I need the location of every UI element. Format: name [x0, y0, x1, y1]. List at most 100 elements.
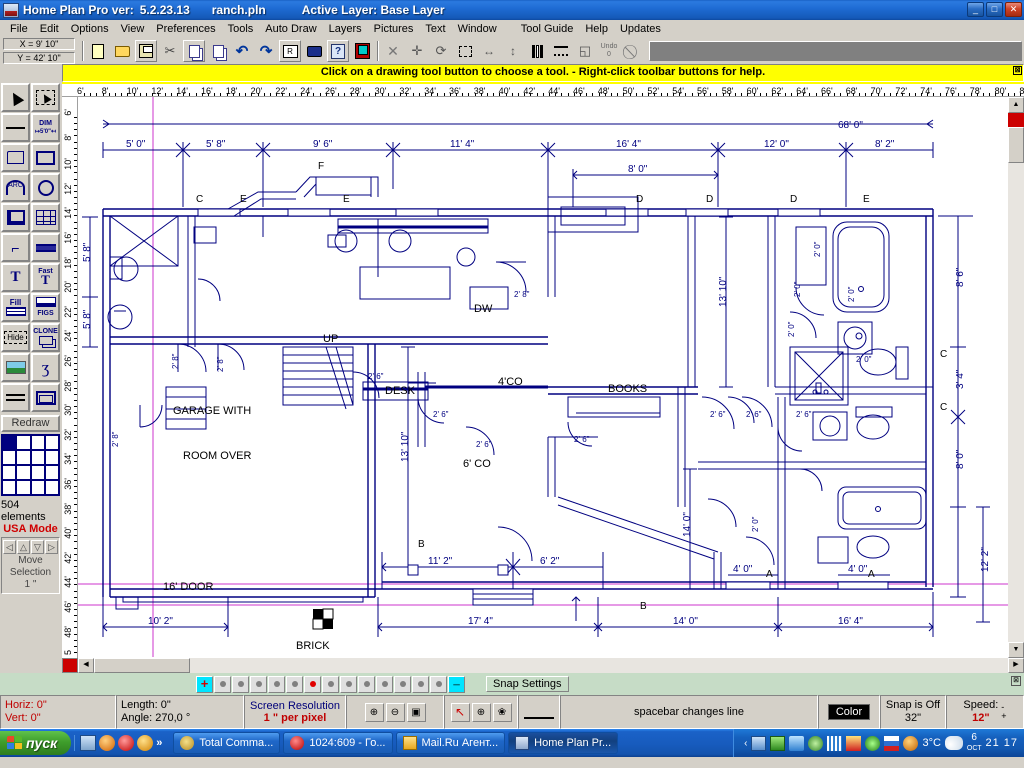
- speed-increase-button[interactable]: +: [1001, 712, 1006, 721]
- layer-button-7[interactable]: [322, 676, 339, 693]
- polyline-tool[interactable]: [1, 143, 30, 172]
- cut-button[interactable]: ✂: [159, 40, 181, 62]
- layer-button-8[interactable]: [340, 676, 357, 693]
- taskbar-item-mailru[interactable]: Mail.Ru Агент...: [396, 732, 506, 754]
- zoom-in-button[interactable]: ⊕: [365, 703, 384, 722]
- menu-item-layers[interactable]: Layers: [323, 21, 368, 37]
- delete-button[interactable]: ✕: [382, 40, 404, 62]
- horizontal-ruler[interactable]: 6'8'10'12'14'16'18'20'22'24'26'28'30'32'…: [62, 82, 1024, 97]
- layer-button-1[interactable]: [214, 676, 231, 693]
- fit-window-button[interactable]: ▣: [407, 703, 426, 722]
- tray-icon-rss[interactable]: [903, 736, 918, 751]
- horizontal-scroll-track[interactable]: [190, 658, 1008, 673]
- menu-item-auto-draw[interactable]: Auto Draw: [259, 21, 322, 37]
- move-left-button[interactable]: ◁: [3, 540, 16, 554]
- redraw-button[interactable]: Redraw: [1, 415, 60, 432]
- opera-mail-quick-icon[interactable]: [118, 735, 134, 751]
- line-tool[interactable]: [1, 113, 30, 142]
- minimize-button[interactable]: _: [967, 2, 984, 17]
- scroll-right-button[interactable]: ▶: [1008, 658, 1024, 673]
- swatch[interactable]: [16, 450, 30, 465]
- mirror-horizontal-button[interactable]: ↔: [478, 40, 500, 62]
- layer-button-9[interactable]: [358, 676, 375, 693]
- rectangle-tool[interactable]: [31, 143, 60, 172]
- swatch[interactable]: [16, 480, 30, 495]
- opera-quick-icon[interactable]: [99, 735, 115, 751]
- snap-panel[interactable]: Snap is Off 32": [880, 695, 946, 729]
- clone-tool[interactable]: CLONE: [31, 323, 60, 352]
- taskbar-item-home-plan-pro[interactable]: Home Plan Pr...: [508, 732, 618, 754]
- scroll-up-button[interactable]: ▲: [1008, 97, 1024, 113]
- select-area-tool[interactable]: [31, 83, 60, 112]
- menu-item-pictures[interactable]: Pictures: [368, 21, 420, 37]
- print-button[interactable]: [303, 40, 325, 62]
- circle-tool[interactable]: [31, 173, 60, 202]
- menu-item-tools[interactable]: Tools: [222, 21, 260, 37]
- hide-tool[interactable]: Hide: [1, 323, 30, 352]
- tray-icon-download-manager[interactable]: [846, 736, 861, 751]
- layer-add-button[interactable]: +: [196, 676, 213, 693]
- tray-icon-language[interactable]: [884, 736, 899, 751]
- menu-item-view[interactable]: View: [115, 21, 151, 37]
- color-swatch-grid[interactable]: [1, 434, 60, 496]
- window-tool[interactable]: [31, 203, 60, 232]
- color-button[interactable]: Color: [828, 704, 870, 720]
- layer-button-12[interactable]: [412, 676, 429, 693]
- swatch[interactable]: [45, 480, 59, 495]
- select-tool[interactable]: [1, 83, 30, 112]
- swatch[interactable]: [31, 435, 45, 450]
- dimension-tool[interactable]: DIM ↦5'0"↤: [31, 113, 60, 142]
- swatch[interactable]: [16, 465, 30, 480]
- tray-icon-volume[interactable]: [865, 736, 880, 751]
- layer-button-5[interactable]: [286, 676, 303, 693]
- redo-button[interactable]: ↷: [255, 40, 277, 62]
- rotate-button[interactable]: ⟳: [430, 40, 452, 62]
- preview-button[interactable]: R: [279, 40, 301, 62]
- freehand-curve-tool[interactable]: ʒ: [31, 353, 60, 382]
- mirror-vertical-button[interactable]: ↕: [502, 40, 524, 62]
- menu-item-options[interactable]: Options: [65, 21, 115, 37]
- pan-button[interactable]: ❀: [493, 703, 512, 722]
- layer-remove-button[interactable]: −: [448, 676, 465, 693]
- maximize-button[interactable]: □: [986, 2, 1003, 17]
- layer-button-2[interactable]: [232, 676, 249, 693]
- horizontal-scrollbar[interactable]: ◀ ▶: [62, 658, 1024, 673]
- cancel-action-button[interactable]: ⃠: [622, 40, 644, 62]
- fill-tool[interactable]: Fill: [1, 293, 30, 322]
- figures-tool[interactable]: FIGS: [31, 293, 60, 322]
- start-button[interactable]: пуск: [0, 731, 71, 755]
- move-right-button[interactable]: ▷: [45, 540, 58, 554]
- tray-expand-icon[interactable]: ‹: [744, 738, 747, 749]
- swatch-selected[interactable]: [2, 435, 16, 450]
- open-file-button[interactable]: [111, 40, 133, 62]
- menu-item-edit[interactable]: Edit: [34, 21, 65, 37]
- tray-icon-punto-switcher[interactable]: [770, 736, 785, 751]
- swatch[interactable]: [2, 465, 16, 480]
- new-file-button[interactable]: [87, 40, 109, 62]
- picture-tool[interactable]: [1, 353, 30, 382]
- close-button[interactable]: ✕: [1005, 2, 1022, 17]
- scroll-left-button[interactable]: ◀: [78, 658, 94, 673]
- fast-text-tool[interactable]: FastT: [31, 263, 60, 292]
- taskbar-item-opera[interactable]: 1024:609 - Го...: [283, 732, 392, 754]
- menu-item-updates[interactable]: Updates: [614, 21, 667, 37]
- double-line-tool[interactable]: [1, 383, 30, 412]
- layer-button-13[interactable]: [430, 676, 447, 693]
- swatch[interactable]: [31, 450, 45, 465]
- fill-pattern-button[interactable]: [526, 40, 548, 62]
- layer-strip-close-icon[interactable]: ⊠: [1011, 676, 1021, 686]
- swatch[interactable]: [45, 465, 59, 480]
- quick-launch-expand-icon[interactable]: »: [156, 737, 162, 749]
- layer-button-3[interactable]: [250, 676, 267, 693]
- layer-button-10[interactable]: [376, 676, 393, 693]
- horizontal-scroll-thumb[interactable]: [94, 658, 190, 673]
- vertical-scroll-thumb[interactable]: [1008, 127, 1024, 163]
- layer-props-button[interactable]: ◱: [574, 40, 596, 62]
- layer-button-4[interactable]: [268, 676, 285, 693]
- layer-button-6-active[interactable]: [304, 676, 321, 693]
- zoom-region-button[interactable]: ⊕: [472, 703, 491, 722]
- vertical-scroll-track[interactable]: [1008, 163, 1024, 642]
- text-tool[interactable]: T: [1, 263, 30, 292]
- swatch[interactable]: [31, 465, 45, 480]
- menu-item-window[interactable]: Window: [452, 21, 503, 37]
